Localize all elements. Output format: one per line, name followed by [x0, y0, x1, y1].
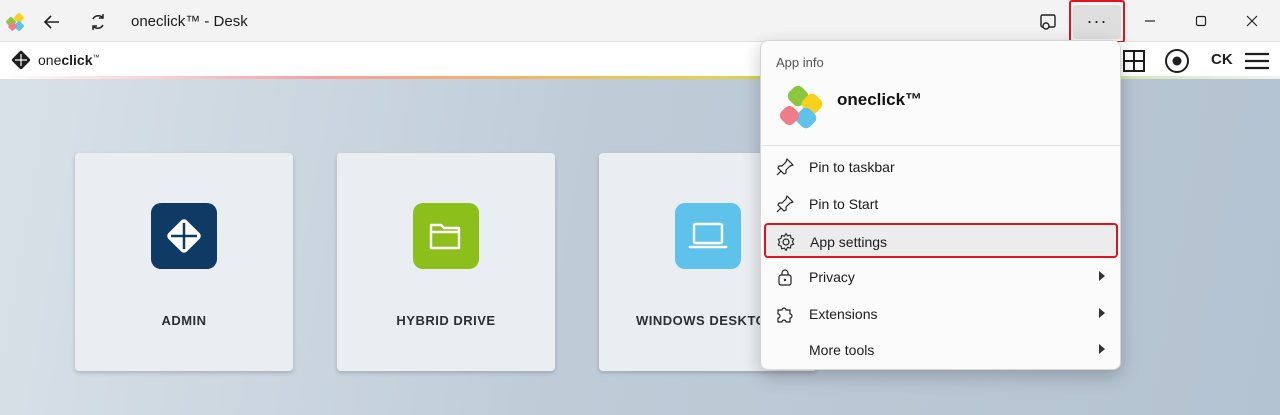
- brand-trademark: ™: [92, 54, 100, 62]
- arrow-left-icon: [43, 15, 59, 29]
- oneclick-logo-icon: [11, 50, 31, 70]
- tile-label: HYBRID DRIVE: [396, 313, 496, 328]
- open-in-app-icon: [1040, 14, 1056, 30]
- refresh-icon: [92, 14, 104, 30]
- back-button[interactable]: [36, 6, 68, 38]
- menu-app-name: oneclick™: [837, 90, 923, 109]
- menu-divider: [761, 145, 1120, 146]
- app-available-button[interactable]: [1032, 6, 1064, 38]
- menu-item-app-settings[interactable]: App settings: [764, 223, 1118, 258]
- maximize-icon: [1195, 15, 1207, 27]
- refresh-button[interactable]: [82, 6, 114, 38]
- menu-item-label: Privacy: [809, 269, 855, 285]
- user-initials[interactable]: CK: [1211, 51, 1233, 68]
- menu-section-header: App info: [776, 55, 824, 70]
- menu-item-extensions[interactable]: Extensions: [765, 297, 1117, 331]
- brand-prefix: one: [38, 52, 62, 68]
- close-button[interactable]: [1227, 0, 1277, 42]
- maximize-button[interactable]: [1176, 0, 1226, 42]
- chevron-right-icon: [1099, 308, 1105, 318]
- pin-icon: [775, 194, 795, 214]
- brand-logo[interactable]: oneclick™: [10, 49, 100, 71]
- menu-item-label: Extensions: [809, 306, 878, 322]
- chevron-right-icon: [1099, 344, 1105, 354]
- minimize-icon: [1145, 20, 1155, 22]
- window-title: oneclick™ - Desk: [131, 13, 248, 30]
- lock-icon: [775, 267, 795, 287]
- chevron-right-icon: [1099, 271, 1105, 281]
- gear-icon: [776, 232, 796, 252]
- menu-item-pin-to-taskbar[interactable]: Pin to taskbar: [765, 150, 1117, 184]
- hamburger-icon: [1245, 52, 1269, 70]
- grid-icon: [1123, 50, 1145, 72]
- menu-item-label: App settings: [810, 234, 888, 250]
- title-bar: oneclick™ - Desk ···: [0, 0, 1280, 43]
- menu-item-label: Pin to Start: [809, 196, 879, 212]
- settings-and-more-menu: App info oneclick™ Pin to taskbar Pin to…: [760, 40, 1121, 370]
- menu-item-more-tools[interactable]: More tools: [765, 333, 1117, 367]
- settings-and-more-button[interactable]: ···: [1069, 0, 1125, 43]
- menu-item-pin-to-start[interactable]: Pin to Start: [765, 187, 1117, 221]
- minimize-button[interactable]: [1125, 0, 1175, 42]
- target-icon: [1165, 49, 1189, 73]
- apps-grid-button[interactable]: [1120, 47, 1148, 75]
- menu-button[interactable]: [1243, 47, 1271, 75]
- menu-item-label: Pin to taskbar: [809, 159, 895, 175]
- admin-icon: [151, 203, 217, 269]
- oneclick-app-icon: [6, 13, 24, 31]
- record-button[interactable]: [1163, 47, 1191, 75]
- tile-label: ADMIN: [161, 313, 207, 328]
- pin-icon: [775, 157, 795, 177]
- laptop-icon: [675, 203, 741, 269]
- brand-bold: click: [61, 52, 93, 68]
- tile-admin[interactable]: ADMIN: [75, 153, 293, 371]
- tile-hybrid-drive[interactable]: HYBRID DRIVE: [337, 153, 555, 371]
- more-icon: ···: [1073, 4, 1121, 39]
- menu-item-privacy[interactable]: Privacy: [765, 260, 1117, 294]
- close-icon: [1246, 15, 1258, 27]
- menu-item-label: More tools: [809, 342, 875, 358]
- folder-icon: [413, 203, 479, 269]
- puzzle-icon: [775, 304, 795, 324]
- oneclick-app-icon: [779, 85, 823, 129]
